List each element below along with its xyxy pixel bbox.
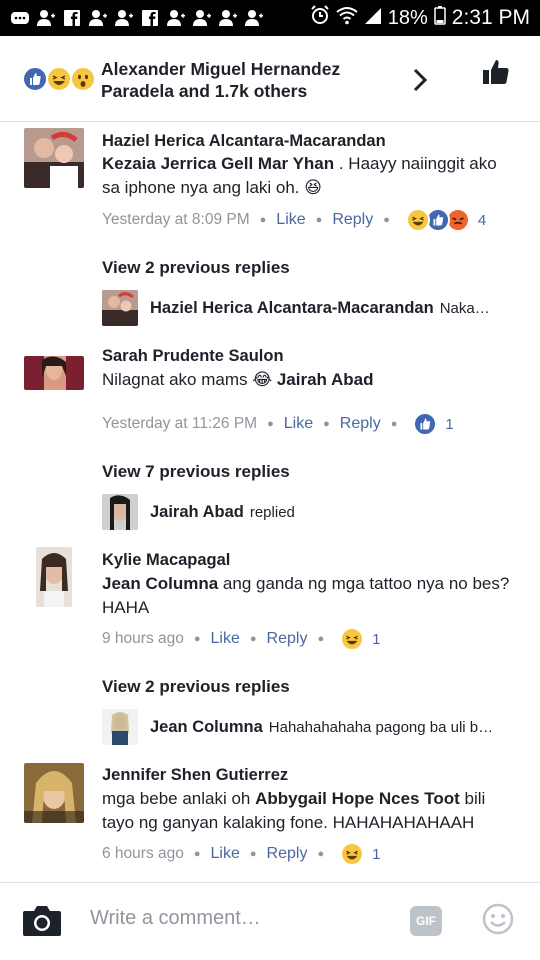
like-reaction-icon [22,66,48,92]
facebook-icon [62,9,82,27]
reply-author[interactable]: Jairah Abad [150,503,244,522]
alarm-icon [310,5,330,31]
battery-icon [434,5,446,31]
notification-icons [10,9,310,27]
friend-request-icon [166,9,186,27]
comment-reactions[interactable] [340,627,365,651]
mention[interactable]: Jean Columna [102,574,218,593]
comment-text: mga bebe anlaki oh Abbygail Hope Nces To… [102,789,486,832]
clock: 2:31 PM [451,6,530,29]
view-previous-replies-link[interactable]: View 7 previous replies [102,462,290,482]
system-status: 18% 2:31 PM [310,5,530,31]
commenter-name[interactable]: Jennifer Shen Gutierrez [102,766,288,785]
mention[interactable]: Jairah Abad [277,370,374,389]
reaction-count[interactable]: 1 [372,631,380,648]
avatar[interactable] [24,128,84,188]
timestamp[interactable]: Yesterday at 11:26 PM [102,415,257,433]
avatar[interactable] [102,709,138,745]
commenter-name[interactable]: Kylie Macapagal [102,551,230,570]
reaction-summary [22,66,98,94]
timestamp[interactable]: 9 hours ago [102,630,184,648]
mention[interactable]: Abbygail Hope Nces Toot [255,789,460,808]
avatar[interactable] [36,547,72,607]
like-link[interactable]: Like [284,415,313,433]
chevron-right-icon[interactable] [410,66,430,94]
battery-percent: 18% [387,6,428,29]
like-reaction-icon [413,412,438,436]
camera-icon[interactable] [22,903,62,937]
comment-meta: 9 hours ago ● Like ● Reply ● 1 [102,627,380,651]
avatar[interactable] [24,763,84,823]
timestamp[interactable]: Yesterday at 8:09 PM [102,211,250,229]
comment-input[interactable]: Write a comment… [90,907,261,930]
message-icon [10,9,30,27]
reply-preview[interactable]: Jairah Abad replied [102,494,295,530]
friend-request-icon [88,9,108,27]
comment-reactions[interactable] [340,842,365,866]
friend-request-icon [36,9,56,27]
reply-link[interactable]: Reply [332,211,373,229]
comment-text: Jean Columna ang ganda ng mga tattoo nya… [102,574,510,617]
comment-text: Kezaia Jerrica Gell Mar Yhan . Haayy nai… [102,154,497,197]
comment-meta: 6 hours ago ● Like ● Reply ● 1 [102,842,380,866]
reply-link[interactable]: Reply [267,630,308,648]
reply-link[interactable]: Reply [267,845,308,863]
like-link[interactable]: Like [211,845,240,863]
timestamp[interactable]: 6 hours ago [102,845,184,863]
reaction-count[interactable]: 1 [372,846,380,863]
reply-author[interactable]: Jean Columna [150,718,263,737]
friend-request-icon [114,9,134,27]
comment-text: Nilagnat ako mams 😂 Jairah Abad [102,370,374,389]
comment-composer: Write a comment… GIF [0,882,540,960]
avatar[interactable] [24,356,84,390]
comment-meta: Yesterday at 8:09 PM ● Like ● Reply ● 4 [102,208,486,232]
like-post-icon[interactable] [482,58,510,86]
reply-snippet: Naka… [439,299,490,317]
reaction-count[interactable]: 4 [478,212,486,229]
wow-reaction-icon [70,66,96,92]
reactions-header[interactable]: Alexander Miguel Hernandez Paradela and … [0,36,540,122]
comment-meta: Yesterday at 11:26 PM ● Like ● Reply ● 1 [102,412,454,436]
comment-reactions[interactable] [413,412,438,436]
friend-request-icon [218,9,238,27]
reply-snippet: Hahahahahaha pagong ba uli b… [268,718,494,736]
reactors-names[interactable]: Alexander Miguel Hernandez Paradela and … [101,58,391,102]
friend-request-icon [192,9,212,27]
haha-reaction-icon [340,627,365,651]
reply-snippet: replied [249,503,295,521]
reply-preview[interactable]: Haziel Herica Alcantara-Macarandan Naka… [102,290,490,326]
comment-reactions[interactable] [405,208,470,232]
haha-reaction-icon [405,208,430,232]
mention[interactable]: Kezaia Jerrica Gell Mar Yhan [102,154,334,173]
reply-link[interactable]: Reply [340,415,381,433]
view-previous-replies-link[interactable]: View 2 previous replies [102,258,290,278]
friend-request-icon [244,9,264,27]
facebook-icon [140,9,160,27]
reaction-count[interactable]: 1 [445,416,453,433]
status-bar: 18% 2:31 PM [0,0,540,36]
view-previous-replies-link[interactable]: View 2 previous replies [102,677,290,697]
like-link[interactable]: Like [276,211,305,229]
avatar[interactable] [102,494,138,530]
reply-author[interactable]: Haziel Herica Alcantara-Macarandan [150,299,434,318]
gif-button[interactable]: GIF [410,906,442,936]
haha-reaction-icon [340,842,365,866]
signal-icon [364,5,382,31]
commenter-name[interactable]: Sarah Prudente Saulon [102,347,284,366]
commenter-name[interactable]: Haziel Herica Alcantara-Macarandan [102,132,386,151]
reply-preview[interactable]: Jean Columna Hahahahahaha pagong ba uli … [102,709,493,745]
wifi-icon [336,5,358,31]
sticker-icon[interactable] [482,903,514,935]
haha-reaction-icon [46,66,72,92]
avatar[interactable] [102,290,138,326]
like-link[interactable]: Like [211,630,240,648]
